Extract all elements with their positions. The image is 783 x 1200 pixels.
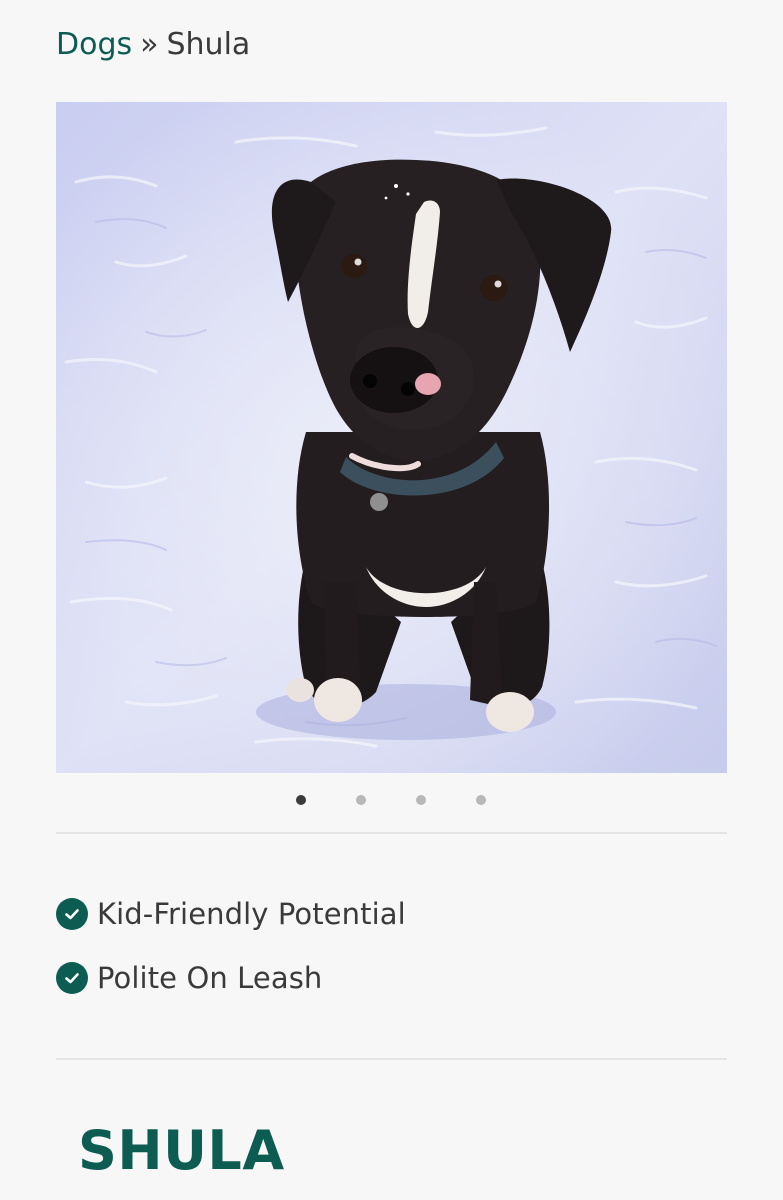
section-divider-bottom [56,1058,727,1060]
gallery-dot-3[interactable] [416,795,426,805]
gallery-dot-4[interactable] [476,795,486,805]
dog-photo[interactable] [56,102,727,773]
pet-profile-page: Dogs» Shula Kid-Friendly Potential Polit… [0,0,783,1200]
dog-photo-illustration [56,102,727,773]
check-circle-icon [56,898,88,930]
trait-label: Kid-Friendly Potential [97,897,406,931]
section-divider-top [56,832,727,834]
gallery-dot-1[interactable] [296,795,306,805]
breadcrumb: Dogs» Shula [56,24,250,66]
trait-label: Polite On Leash [97,961,323,995]
trait-item-kid-friendly: Kid-Friendly Potential [56,894,406,934]
gallery-pagination [0,792,783,808]
dog-name-heading: SHULA [78,1119,285,1182]
check-circle-icon [56,962,88,994]
breadcrumb-current: Shula [166,27,251,62]
breadcrumb-separator: » [140,27,159,62]
breadcrumb-dogs-link[interactable]: Dogs [56,27,132,62]
gallery-dot-2[interactable] [356,795,366,805]
trait-item-polite-on-leash: Polite On Leash [56,958,322,998]
